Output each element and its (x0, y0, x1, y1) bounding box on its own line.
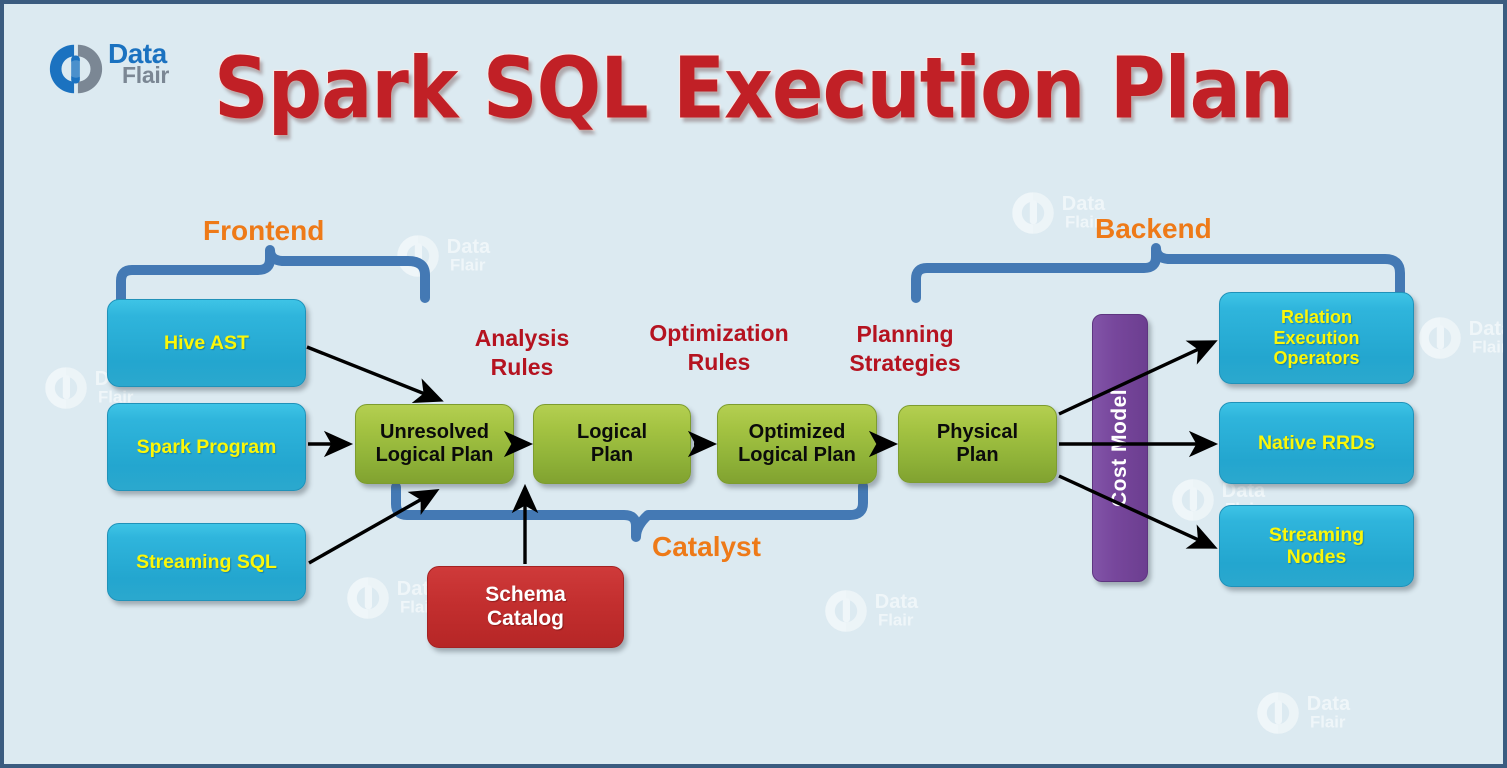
group-label-frontend: Frontend (203, 215, 325, 246)
group-label-catalyst: Catalyst (652, 531, 761, 562)
group-label-backend: Backend (1095, 213, 1212, 244)
arrow-hive-ast-to-unresolved (306, 345, 444, 404)
arrow-physical-to-streaming-nodes (1058, 474, 1218, 549)
diagram-canvas: Data Flair Data Flair Data Flair Data Fl… (0, 0, 1507, 768)
arrow-physical-to-relation-operators (1058, 340, 1218, 416)
arrow-streaming-sql-to-unresolved (308, 488, 440, 565)
arrows-layer (306, 340, 1219, 565)
